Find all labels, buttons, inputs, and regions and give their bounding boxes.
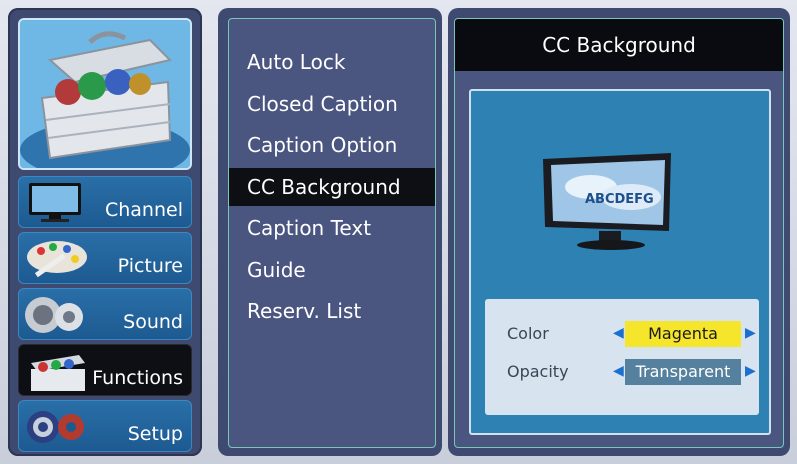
sidebar-item-label: Functions (92, 367, 183, 389)
sidebar-item-label: Picture (117, 255, 183, 277)
preview-caption-text: ABCDEFG (585, 192, 654, 207)
tv-preview-illustration: ABCDEFG (543, 153, 671, 250)
detail-panel-inner: CC Background ABCDEFG Color ◀ Magenta ▶ (454, 18, 784, 448)
color-value[interactable]: Magenta (625, 321, 741, 347)
sidebar-item-label: Sound (123, 311, 183, 333)
opacity-label: Opacity (507, 362, 569, 381)
cc-settings-box: Color ◀ Magenta ▶ Opacity ◀ Transparent … (485, 299, 759, 415)
sidebar-item-setup[interactable]: Setup (18, 400, 192, 452)
sidebar-item-label: Channel (104, 199, 183, 221)
speaker-icon (25, 297, 83, 333)
tv-icon (29, 183, 81, 222)
opacity-setting-row: Opacity ◀ Transparent ▶ (485, 357, 759, 387)
detail-panel: CC Background ABCDEFG Color ◀ Magenta ▶ (448, 8, 790, 456)
gears-icon (27, 411, 84, 443)
sidebar-item-sound[interactable]: Sound (18, 288, 192, 340)
functions-hero-image (18, 18, 192, 170)
sidebar-item-channel[interactable]: Channel (18, 176, 192, 228)
menu-item-caption-option[interactable]: Caption Option (229, 126, 435, 164)
opacity-value[interactable]: Transparent (625, 359, 741, 385)
preview-area: ABCDEFG Color ◀ Magenta ▶ Opacity ◀ Tran… (469, 89, 771, 435)
color-setting-row: Color ◀ Magenta ▶ (485, 319, 759, 349)
detail-title: CC Background (455, 19, 783, 71)
color-label: Color (507, 324, 549, 343)
menu-item-guide[interactable]: Guide (229, 251, 435, 289)
arrow-left-icon[interactable]: ◀ (613, 325, 624, 341)
functions-menu-panel: Auto Lock Closed Caption Caption Option … (218, 8, 442, 456)
menu-item-reserv-list[interactable]: Reserv. List (229, 292, 435, 330)
arrow-right-icon[interactable]: ▶ (745, 325, 756, 341)
toolbox-illustration (20, 20, 190, 168)
arrow-left-icon[interactable]: ◀ (613, 363, 624, 379)
palette-icon (27, 241, 87, 278)
main-menu-sidebar: Channel Picture Sound Functions Setup (8, 8, 202, 456)
toolbox-icon (31, 355, 85, 391)
functions-menu-list: Auto Lock Closed Caption Caption Option … (228, 18, 436, 448)
menu-item-cc-background[interactable]: CC Background (229, 168, 435, 206)
menu-item-caption-text[interactable]: Caption Text (229, 209, 435, 247)
arrow-right-icon[interactable]: ▶ (745, 363, 756, 379)
sidebar-item-label: Setup (127, 423, 183, 445)
menu-item-auto-lock[interactable]: Auto Lock (229, 43, 435, 81)
menu-item-closed-caption[interactable]: Closed Caption (229, 85, 435, 123)
sidebar-item-picture[interactable]: Picture (18, 232, 192, 284)
sidebar-item-functions[interactable]: Functions (18, 344, 192, 396)
